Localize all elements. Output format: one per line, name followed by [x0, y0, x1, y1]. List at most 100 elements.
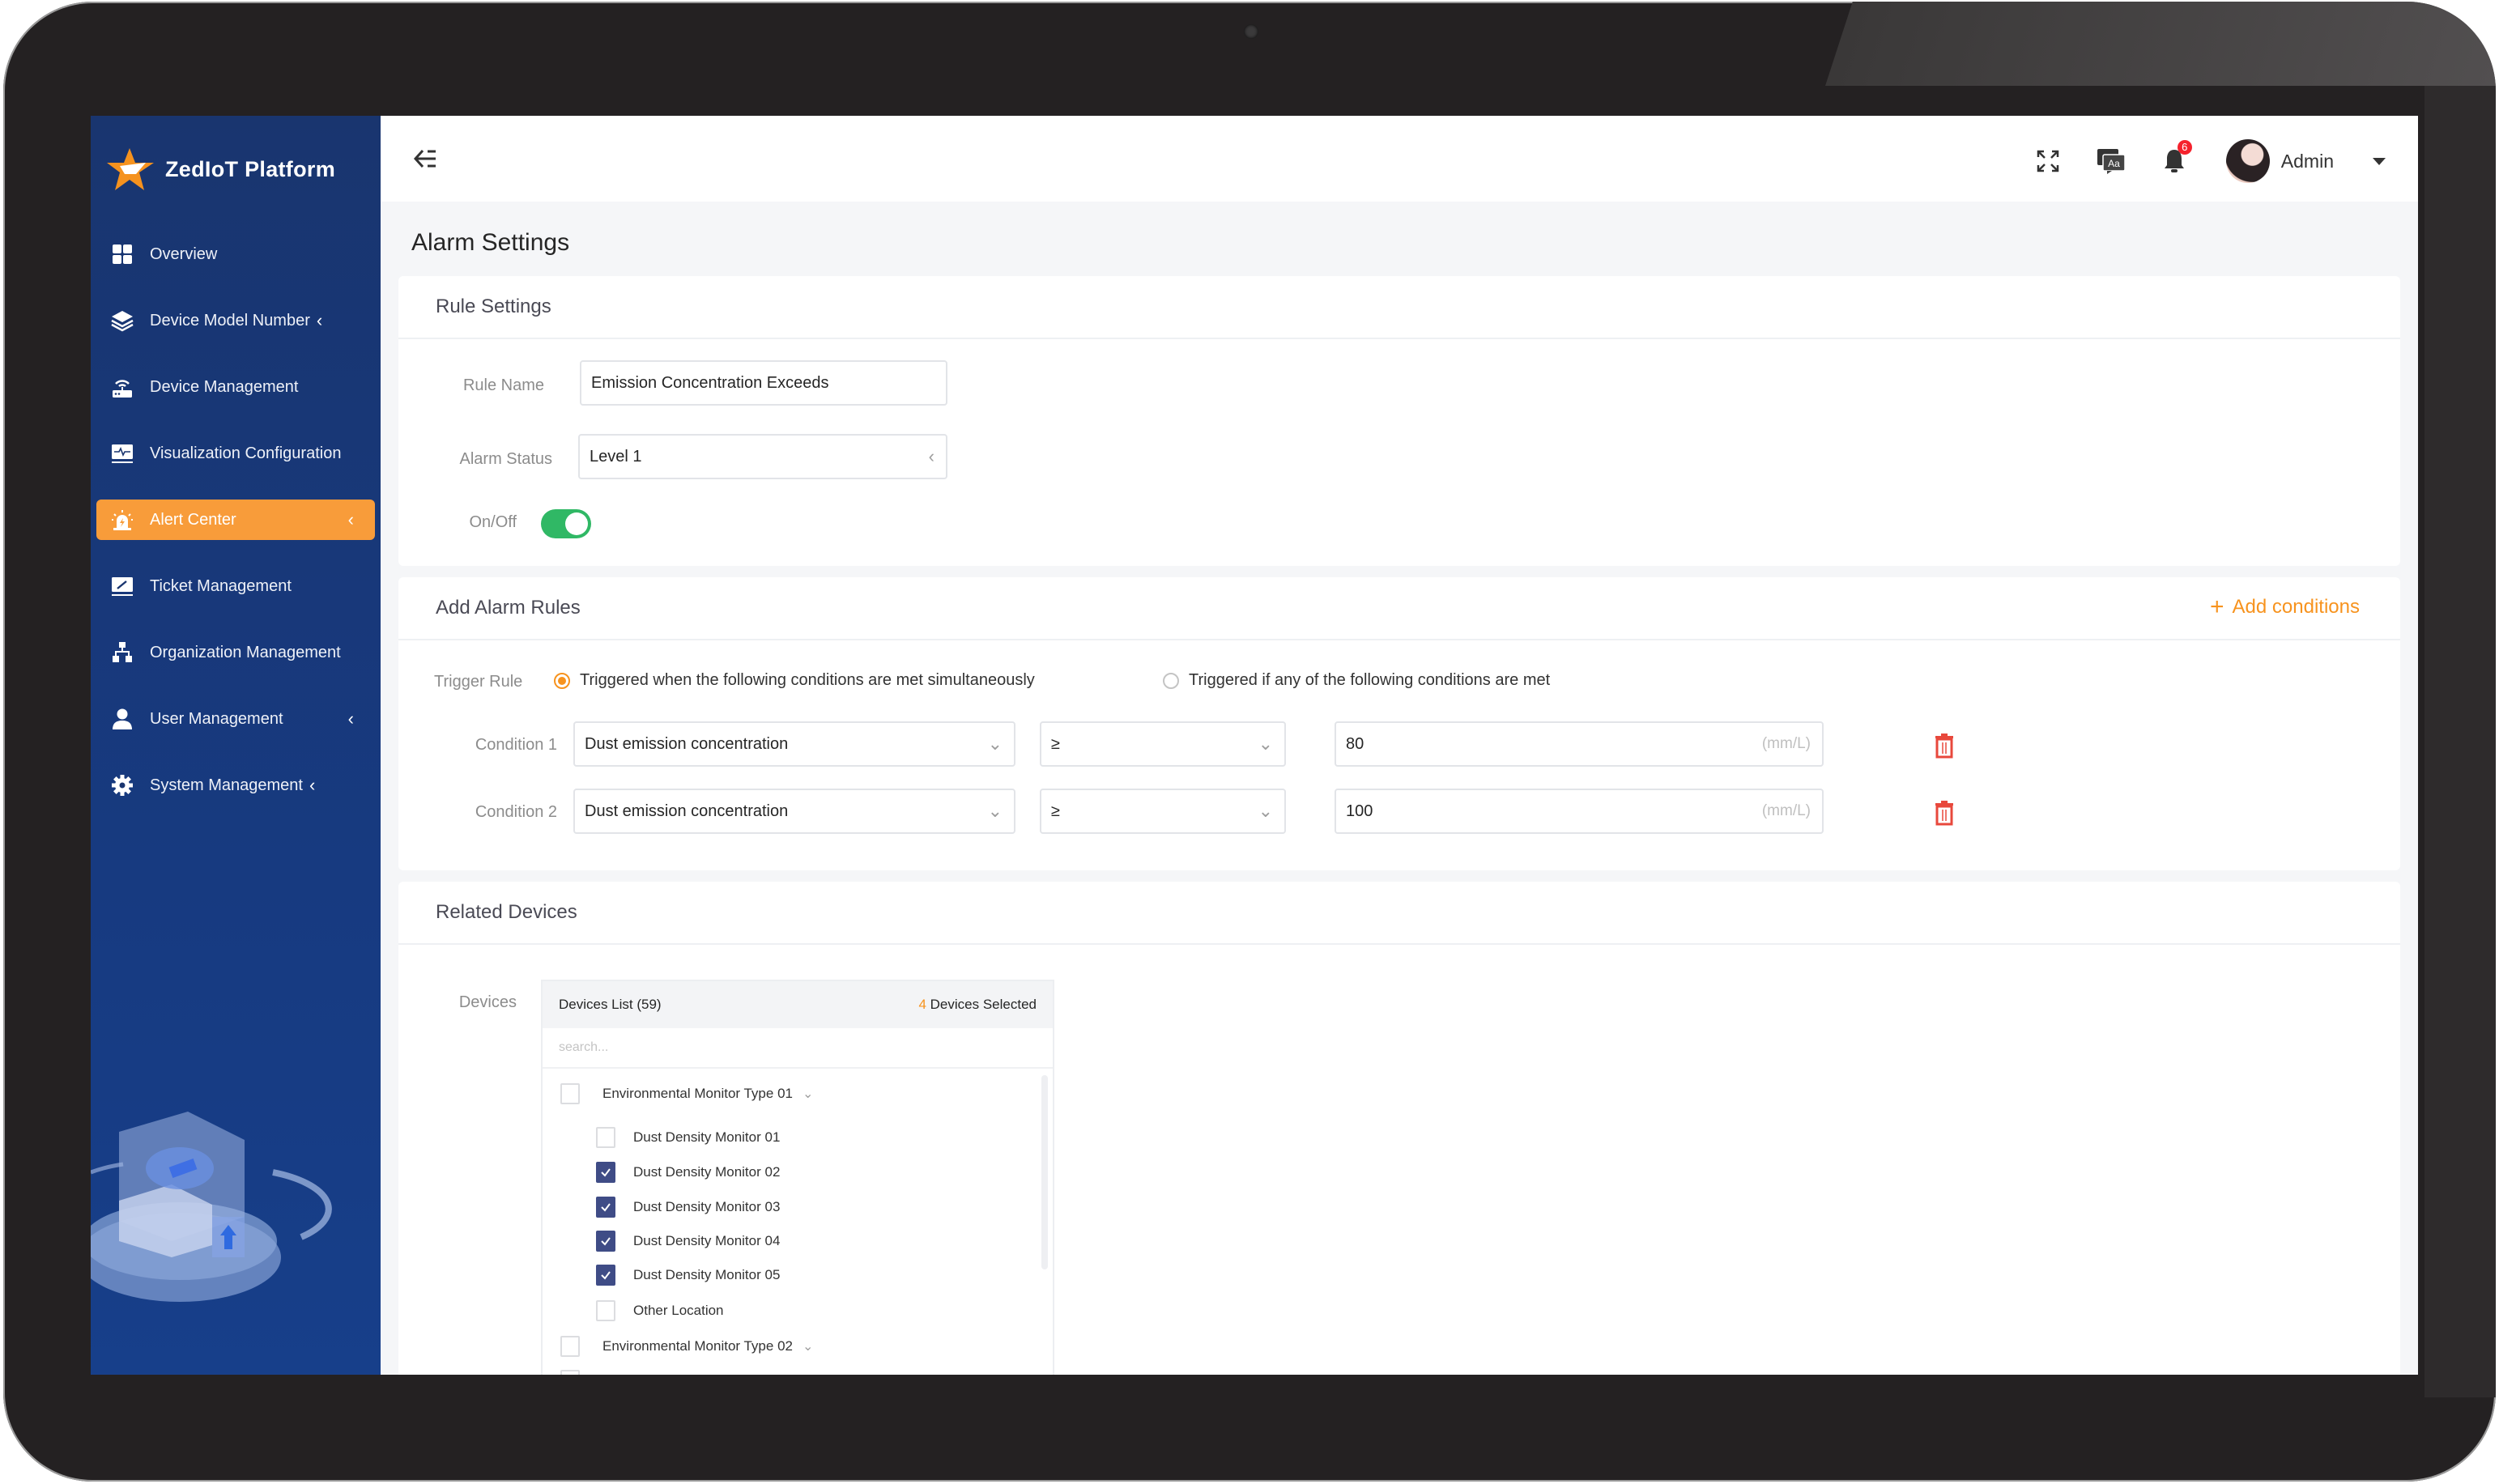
bell-icon[interactable]: 6 [2158, 140, 2192, 177]
star-logo-icon [107, 148, 154, 190]
tree-item[interactable]: Dust Density Monitor 05 [596, 1265, 780, 1286]
rule-name-value: Emission Concentration Exceeds [591, 373, 829, 392]
org-chart-icon [111, 641, 134, 664]
tree-group[interactable]: Environmental Monitor Type 01 ⌄ [560, 1083, 813, 1104]
monitor-pulse-icon [111, 442, 134, 465]
onoff-label: On/Off [469, 513, 517, 531]
alarm-rules-card: Add Alarm Rules + Add conditions Trigger… [398, 577, 2400, 870]
condition-value-input[interactable]: 80 (mm/L) [1335, 721, 1824, 767]
trigger-rule-label: Trigger Rule [434, 673, 523, 691]
sidebar-item-device-model-number[interactable]: Device Model Number ‹ [96, 300, 375, 341]
user-icon [111, 708, 134, 730]
chevron-down-icon: ⌄ [1258, 801, 1273, 821]
chevron-left-icon: ‹ [347, 708, 354, 729]
condition-operator-select[interactable]: ≥ ⌄ [1040, 789, 1286, 834]
sidebar-item-overview[interactable]: Overview [96, 234, 375, 274]
selected-suffix: Devices Selected [926, 997, 1037, 1012]
sidebar-item-system-management[interactable]: System Management ‹ [96, 765, 375, 806]
rule-settings-card: Rule Settings Rule Name Emission Concent… [398, 276, 2400, 566]
checkbox[interactable] [560, 1083, 580, 1104]
card-title: Related Devices [398, 882, 2400, 945]
unit-suffix: (mm/L) [1761, 802, 1811, 819]
trash-icon[interactable] [1934, 800, 1955, 826]
condition-operator-select[interactable]: ≥ ⌄ [1040, 721, 1286, 767]
chevron-down-icon[interactable]: ⌄ [802, 1338, 813, 1354]
checkbox[interactable] [560, 1336, 580, 1357]
group-label: Environmental Monitor Type 01 [602, 1086, 793, 1101]
tree-item[interactable]: Dust Density Monitor 03 [596, 1197, 780, 1218]
selected-summary: 4 Devices Selected [918, 997, 1037, 1013]
sidebar-item-alert-center[interactable]: Alert Center ‹ [96, 500, 375, 540]
condition-value: 80 [1346, 734, 1364, 753]
sidebar-item-device-management[interactable]: Device Management [96, 367, 375, 407]
item-label: Dust Density Monitor 05 [633, 1267, 781, 1282]
trigger-option-any[interactable]: Triggered if any of the following condit… [1163, 671, 1550, 690]
gear-icon [111, 774, 134, 797]
trash-icon[interactable] [1934, 733, 1955, 759]
alarm-status-select[interactable]: Level 1 ‹ [578, 434, 947, 479]
chevron-left-icon: ‹ [347, 509, 354, 529]
checkbox-checked[interactable] [596, 1197, 615, 1218]
device-list-title: Devices List (59) [559, 997, 662, 1012]
camera-icon [1244, 24, 1258, 39]
monitor-wrench-icon [111, 575, 134, 597]
sidebar-item-ticket-management[interactable]: Ticket Management [96, 566, 375, 606]
chevron-down-icon: ⌄ [987, 801, 1003, 821]
card-title-text: Add Alarm Rules [436, 597, 581, 619]
username[interactable]: Admin [2281, 151, 2334, 172]
svg-text:Aa: Aa [2108, 158, 2120, 169]
fullscreen-icon[interactable] [2032, 145, 2064, 177]
scrollbar[interactable] [1041, 1075, 1048, 1269]
collapse-menu-icon[interactable] [413, 147, 437, 171]
trigger-option-all[interactable]: Triggered when the following conditions … [554, 671, 1035, 690]
radio-checked-icon [554, 672, 570, 689]
device-list-header: Devices List (59) 4 Devices Selected [543, 981, 1053, 1028]
tree-item[interactable]: Dust Density Monitor 02 [596, 1162, 780, 1183]
chevron-down-icon: ⌄ [1258, 733, 1273, 754]
condition-metric-value: Dust emission concentration [585, 734, 789, 753]
devices-label: Devices [458, 993, 517, 1011]
checkbox[interactable] [560, 1370, 580, 1375]
sidebar-item-visualization-configuration[interactable]: Visualization Configuration [96, 433, 375, 474]
caret-down-icon[interactable] [2373, 157, 2386, 165]
rule-name-input[interactable]: Emission Concentration Exceeds [580, 360, 947, 406]
checkbox[interactable] [596, 1300, 615, 1321]
condition-label: Condition 2 [475, 803, 557, 821]
tree-item[interactable]: Other Location [596, 1300, 724, 1321]
logo[interactable]: ZedIoT Platform [107, 147, 335, 192]
chevron-down-icon[interactable]: ⌄ [802, 1086, 813, 1102]
condition-metric-select[interactable]: Dust emission concentration ⌄ [573, 721, 1015, 767]
add-conditions-button[interactable]: + Add conditions [2210, 593, 2360, 621]
selected-count: 4 [918, 997, 926, 1012]
condition-metric-select[interactable]: Dust emission concentration ⌄ [573, 789, 1015, 834]
translate-icon[interactable]: Aa [2095, 145, 2127, 177]
tree-item[interactable]: Dust Density Monitor 01 [596, 1127, 780, 1148]
tree-group[interactable]: Environmental Monitor Type 03 ⌄ [560, 1370, 813, 1375]
page-title: Alarm Settings [411, 229, 570, 256]
app-screen: ZedIoT Platform Overview Device Model Nu… [91, 116, 2418, 1375]
tree-item[interactable]: Dust Density Monitor 04 [596, 1231, 780, 1252]
sidebar-item-label: Device Model Number [150, 311, 310, 330]
card-title: Add Alarm Rules + Add conditions [398, 577, 2400, 640]
checkbox[interactable] [596, 1127, 615, 1148]
chevron-left-icon: ‹ [928, 446, 934, 466]
check-icon [601, 1237, 611, 1246]
sidebar-item-organization-management[interactable]: Organization Management [96, 632, 375, 673]
chevron-left-icon: ‹ [309, 775, 316, 795]
radio-unchecked-icon [1163, 672, 1179, 689]
chevron-down-icon[interactable]: ⌄ [802, 1372, 813, 1375]
tree-group[interactable]: Environmental Monitor Type 02 ⌄ [560, 1336, 813, 1357]
device-search-input[interactable]: search... [543, 1028, 1053, 1069]
checkbox-checked[interactable] [596, 1265, 615, 1286]
sidebar-item-user-management[interactable]: User Management ‹ [96, 699, 375, 739]
checkbox-checked[interactable] [596, 1162, 615, 1183]
sidebar-nav: Overview Device Model Number ‹ Device Ma… [91, 234, 381, 831]
checkbox-checked[interactable] [596, 1231, 615, 1252]
topbar-actions: Aa 6 Admin [2001, 138, 2386, 184]
unit-suffix: (mm/L) [1761, 735, 1811, 752]
onoff-toggle[interactable] [541, 509, 591, 538]
condition-value-input[interactable]: 100 (mm/L) [1335, 789, 1824, 834]
alarm-status-label: Alarm Status [459, 450, 552, 468]
avatar[interactable] [2225, 139, 2270, 183]
condition-operator-value: ≥ [1051, 734, 1060, 753]
